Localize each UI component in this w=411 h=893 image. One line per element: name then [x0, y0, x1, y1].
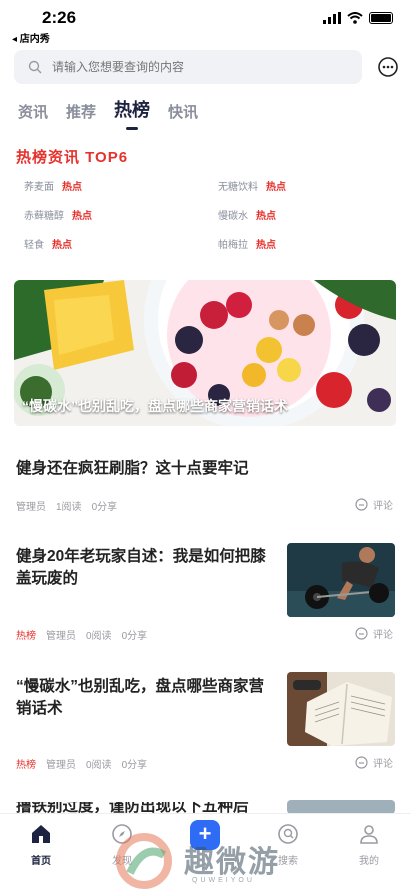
hot-tag: 热点: [62, 182, 82, 193]
read-count: 0阅读: [86, 631, 112, 642]
hot-tag: 热点: [266, 182, 286, 193]
comment-icon: [355, 756, 368, 769]
search-input[interactable]: [52, 60, 332, 74]
article-thumbnail[interactable]: [287, 800, 395, 814]
article-card[interactable]: 健身20年老玩家自述：我是如何把膝盖玩废的: [16, 546, 266, 590]
share-count: 0分享: [91, 502, 118, 513]
search-row: [14, 50, 399, 84]
hot-topic-item[interactable]: 荞麦面 热点: [24, 178, 82, 193]
featured-banner[interactable]: “慢碳水”也别乱吃，盘点哪些商家营销话术: [14, 280, 396, 426]
author-label: 管理员: [46, 631, 76, 642]
article-thumbnail[interactable]: [287, 543, 395, 617]
back-to-app-link[interactable]: ◂ 店内秀: [12, 30, 50, 45]
tabbar-label: 首页: [31, 856, 51, 867]
search-box[interactable]: [14, 50, 362, 84]
tab-news[interactable]: 资讯: [18, 101, 48, 122]
hot-tag: 热点: [52, 240, 72, 251]
comment-label: 评论: [373, 501, 393, 512]
watermark-text: 趣微游: [184, 846, 280, 879]
article-title: “慢碳水”也别乱吃，盘点哪些商家营销话术: [16, 678, 265, 717]
hot-topic-label: 荞麦面: [24, 182, 54, 193]
read-count: 1阅读: [56, 502, 82, 513]
hot-badge: 热榜: [16, 760, 36, 771]
hot-topic-item[interactable]: 慢碳水 热点: [218, 207, 276, 222]
bottom-tab-bar: 首页 发现 + 搜索 我的 趣微游 QUWEIYOU: [0, 813, 411, 893]
home-icon: [32, 825, 50, 843]
hot-topic-label: 慢碳水: [218, 211, 248, 222]
hot-badge: 热榜: [16, 631, 36, 642]
tab-hot[interactable]: 热榜: [114, 96, 150, 122]
hot-tag: 热点: [256, 211, 276, 222]
watermark: 趣微游 QUWEIYOU: [112, 831, 312, 891]
tab-recommend[interactable]: 推荐: [66, 101, 96, 122]
battery-icon: [369, 12, 393, 24]
article-title: 健身20年老玩家自述：我是如何把膝盖玩废的: [16, 548, 266, 587]
hot-topic-label: 帕梅拉: [218, 240, 248, 251]
comment-icon: [355, 627, 368, 640]
article-photo-image: [287, 800, 395, 814]
tabbar-profile[interactable]: 我的: [339, 822, 399, 867]
watermark-logo-icon: [116, 833, 172, 889]
author-label: 管理员: [16, 502, 46, 513]
article-card[interactable]: “慢碳水”也别乱吃，盘点哪些商家营销话术: [16, 676, 266, 720]
status-bar: 2:26 ◂ 店内秀: [0, 0, 411, 45]
comment-button[interactable]: 评论: [355, 626, 393, 641]
tab-flash[interactable]: 快讯: [168, 101, 198, 122]
status-time: 2:26: [42, 8, 77, 27]
gym-photo-image: [287, 543, 395, 617]
comment-label: 评论: [373, 759, 393, 770]
hot-section-title: 热榜资讯 TOP6: [16, 149, 129, 166]
hot-tag: 热点: [256, 240, 276, 251]
category-tabs: 资讯 推荐 热榜 快讯: [18, 96, 198, 122]
hot-topic-item[interactable]: 轻食 热点: [24, 236, 72, 251]
comment-icon: [355, 498, 368, 511]
signal-icon: [323, 12, 341, 24]
comment-button[interactable]: 评论: [355, 755, 393, 770]
author-label: 管理员: [46, 760, 76, 771]
article-meta: 热榜 管理员 0阅读 0分享: [16, 756, 147, 771]
profile-icon: [360, 825, 378, 844]
watermark-subtext: QUWEIYOU: [192, 877, 255, 884]
wifi-icon: [347, 12, 363, 24]
banner-caption: “慢碳水”也别乱吃，盘点哪些商家营销话术: [22, 398, 288, 414]
article-card[interactable]: 健身还在疯狂刷脂？这十点要牢记: [16, 458, 396, 480]
share-count: 0分享: [121, 760, 148, 771]
hot-topic-item[interactable]: 无糖饮料 热点: [218, 178, 286, 193]
article-thumbnail[interactable]: [287, 672, 395, 746]
comment-label: 评论: [373, 630, 393, 641]
book-photo-image: [287, 672, 395, 746]
hot-topic-label: 赤藓糖醇: [24, 211, 64, 222]
hot-topic-item[interactable]: 赤藓糖醇 热点: [24, 207, 92, 222]
hot-topic-label: 轻食: [24, 240, 44, 251]
tabbar-home[interactable]: 首页: [11, 822, 71, 867]
comment-button[interactable]: 评论: [355, 497, 393, 512]
article-title: 健身还在疯狂刷脂？这十点要牢记: [16, 460, 249, 477]
read-count: 0阅读: [86, 760, 112, 771]
article-meta: 管理员 1阅读 0分享: [16, 498, 117, 513]
message-icon[interactable]: [377, 56, 399, 78]
hot-topic-label: 无糖饮料: [218, 182, 258, 193]
search-icon: [28, 60, 42, 74]
share-count: 0分享: [121, 631, 148, 642]
status-icons: [323, 12, 393, 24]
hot-tag: 热点: [72, 211, 92, 222]
hot-topic-item[interactable]: 帕梅拉 热点: [218, 236, 276, 251]
tabbar-label: 我的: [359, 856, 379, 867]
article-meta: 热榜 管理员 0阅读 0分享: [16, 627, 147, 642]
